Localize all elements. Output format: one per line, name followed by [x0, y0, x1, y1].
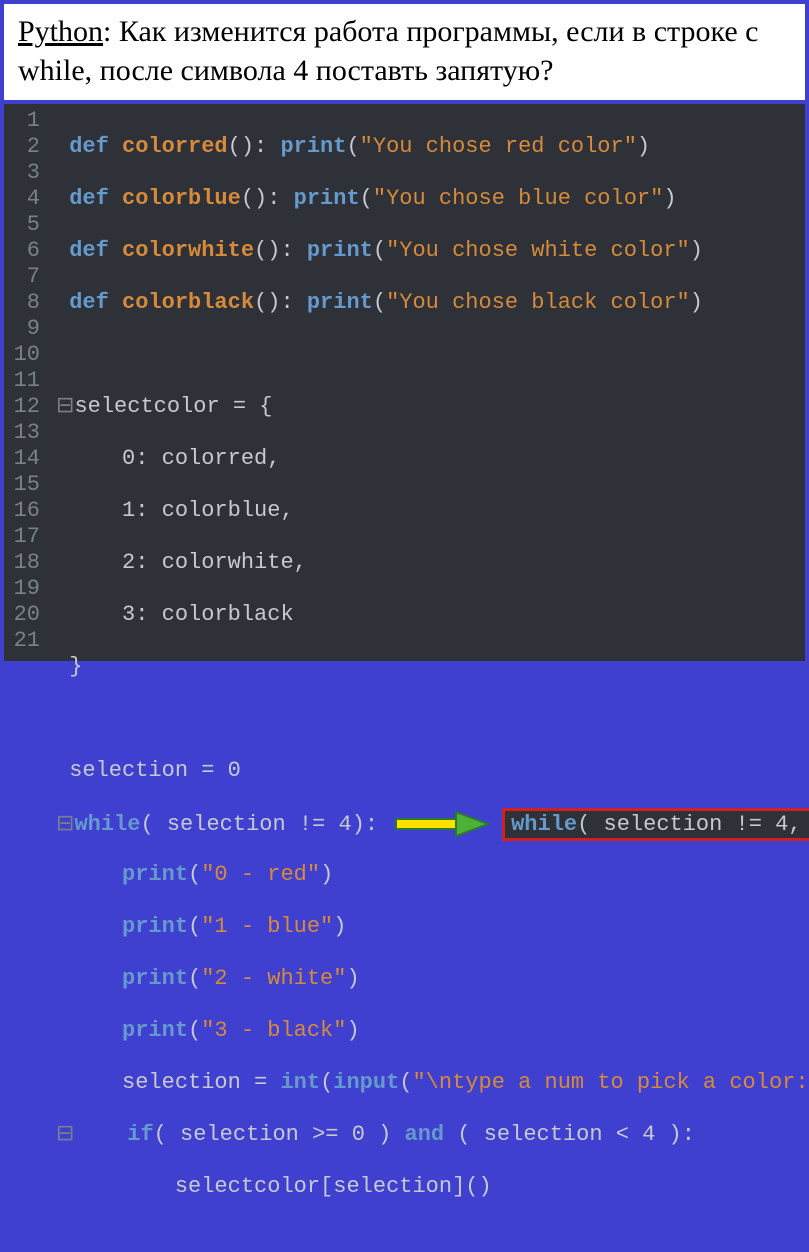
line-number: 11: [12, 368, 40, 394]
question-text: Python: Как изменится работа программы, …: [18, 12, 791, 90]
code-line: 3: colorblack: [56, 602, 809, 628]
code-editor: 1 2 3 4 5 6 7 8 9 10 11 12 13 14 15 16 1…: [4, 104, 805, 661]
line-number: 12: [12, 394, 40, 420]
code-line: selection = 0: [56, 758, 809, 784]
code-line: 2: colorwhite,: [56, 550, 809, 576]
code-line: ⊟ if( selection >= 0 ) and ( selection <…: [56, 1122, 809, 1148]
code-line: [56, 342, 809, 368]
arrow-icon: [392, 810, 492, 838]
code-line: ⊟while( selection != 4):while( selection…: [56, 810, 809, 836]
line-number: 17: [12, 524, 40, 550]
question-box: Python: Как изменится работа программы, …: [4, 4, 805, 104]
code-line: print("2 - white"): [56, 966, 809, 992]
line-number: 14: [12, 446, 40, 472]
code-line: def colorred(): print("You chose red col…: [56, 134, 809, 160]
line-number: 9: [12, 316, 40, 342]
code-area: def colorred(): print("You chose red col…: [50, 104, 809, 661]
line-number: 7: [12, 264, 40, 290]
code-line: 1: colorblue,: [56, 498, 809, 524]
code-line: def colorwhite(): print("You chose white…: [56, 238, 809, 264]
document-container: Python: Как изменится работа программы, …: [0, 0, 809, 705]
code-line: 0: colorred,: [56, 446, 809, 472]
code-line: print("3 - black"): [56, 1018, 809, 1044]
line-number: 18: [12, 550, 40, 576]
line-number: 4: [12, 186, 40, 212]
code-line: def colorblack(): print("You chose black…: [56, 290, 809, 316]
line-number: 2: [12, 134, 40, 160]
line-number: 10: [12, 342, 40, 368]
line-number: 3: [12, 160, 40, 186]
line-number: 6: [12, 238, 40, 264]
line-number: 20: [12, 602, 40, 628]
line-number: 8: [12, 290, 40, 316]
code-line: ⊟selectcolor = {: [56, 394, 809, 420]
code-line: print("0 - red"): [56, 862, 809, 888]
question-body: : Как изменится работа программы, если в…: [18, 15, 758, 87]
code-line: selection = int(input("\ntype a num to p…: [56, 1070, 809, 1096]
highlighted-code: while( selection != 4, ):: [502, 808, 809, 841]
code-line: [56, 706, 809, 732]
line-number: 15: [12, 472, 40, 498]
code-line: }: [56, 654, 809, 680]
line-number: 13: [12, 420, 40, 446]
line-number: 16: [12, 498, 40, 524]
code-line: selectcolor[selection](): [56, 1174, 809, 1200]
line-number: 21: [12, 628, 40, 654]
line-number-gutter: 1 2 3 4 5 6 7 8 9 10 11 12 13 14 15 16 1…: [4, 104, 50, 661]
question-label: Python: [18, 15, 103, 48]
line-number: 1: [12, 108, 40, 134]
code-line: print("1 - blue"): [56, 914, 809, 940]
code-line: def colorblue(): print("You chose blue c…: [56, 186, 809, 212]
line-number: 5: [12, 212, 40, 238]
line-number: 19: [12, 576, 40, 602]
